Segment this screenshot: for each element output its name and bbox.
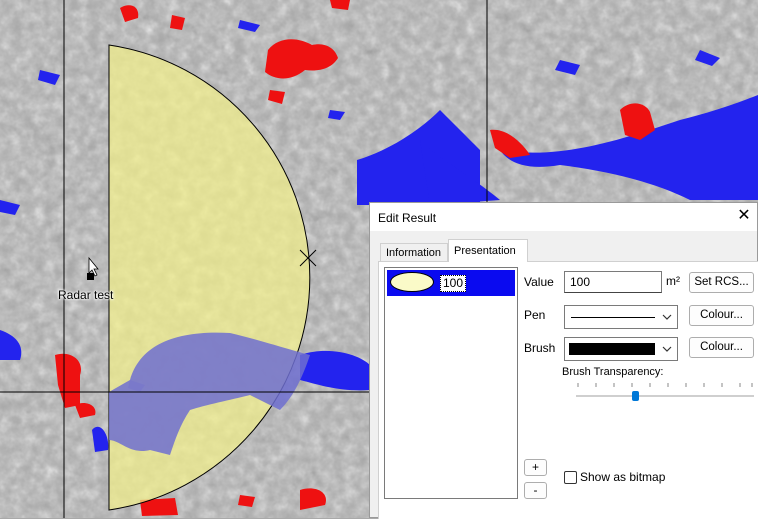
pen-line-preview xyxy=(571,317,655,318)
remove-item-button[interactable]: - xyxy=(524,482,547,499)
brush-style-select[interactable] xyxy=(564,337,678,361)
brush-label: Brush xyxy=(524,341,556,355)
list-item[interactable]: 100 xyxy=(387,270,515,296)
value-input[interactable]: 100 xyxy=(564,271,662,293)
brush-colour-button[interactable]: Colour... xyxy=(689,337,754,358)
tab-presentation[interactable]: Presentation xyxy=(448,239,528,262)
list-item-value[interactable]: 100 xyxy=(440,275,467,292)
set-rcs-button[interactable]: Set RCS... xyxy=(689,272,754,293)
unit-label: m² xyxy=(666,274,680,288)
brush-transparency-label: Brush Transparency: xyxy=(562,366,664,378)
dialog-titlebar[interactable]: Edit Result ✕ xyxy=(370,203,757,231)
edit-result-dialog: Edit Result ✕ Information Presentation 1… xyxy=(369,202,758,519)
chevron-down-icon xyxy=(662,346,672,352)
brush-fill-preview xyxy=(569,343,655,355)
result-list[interactable]: 100 xyxy=(384,267,518,499)
value-label: Value xyxy=(524,275,554,289)
pen-colour-button[interactable]: Colour... xyxy=(689,305,754,326)
slider-thumb[interactable] xyxy=(632,391,640,401)
pen-label: Pen xyxy=(524,308,546,322)
tab-information[interactable]: Information xyxy=(380,243,448,261)
show-bitmap-checkbox[interactable] xyxy=(564,471,577,484)
slider-track[interactable] xyxy=(576,395,754,397)
add-item-button[interactable]: + xyxy=(524,459,547,476)
pen-style-select[interactable] xyxy=(564,305,678,329)
ellipse-swatch-icon xyxy=(390,272,434,292)
dialog-title: Edit Result xyxy=(378,211,437,225)
radar-site-marker[interactable] xyxy=(87,273,94,280)
brush-transparency-slider[interactable] xyxy=(571,381,758,403)
show-bitmap-label: Show as bitmap xyxy=(580,470,666,484)
slider-ticks xyxy=(577,383,753,387)
radar-marker-label: Radar test xyxy=(58,288,114,302)
close-icon[interactable]: ✕ xyxy=(735,207,753,225)
presentation-panel: 100 Value 100 m² Set RCS... Pen Colour..… xyxy=(378,261,758,519)
chevron-down-icon xyxy=(662,314,672,320)
